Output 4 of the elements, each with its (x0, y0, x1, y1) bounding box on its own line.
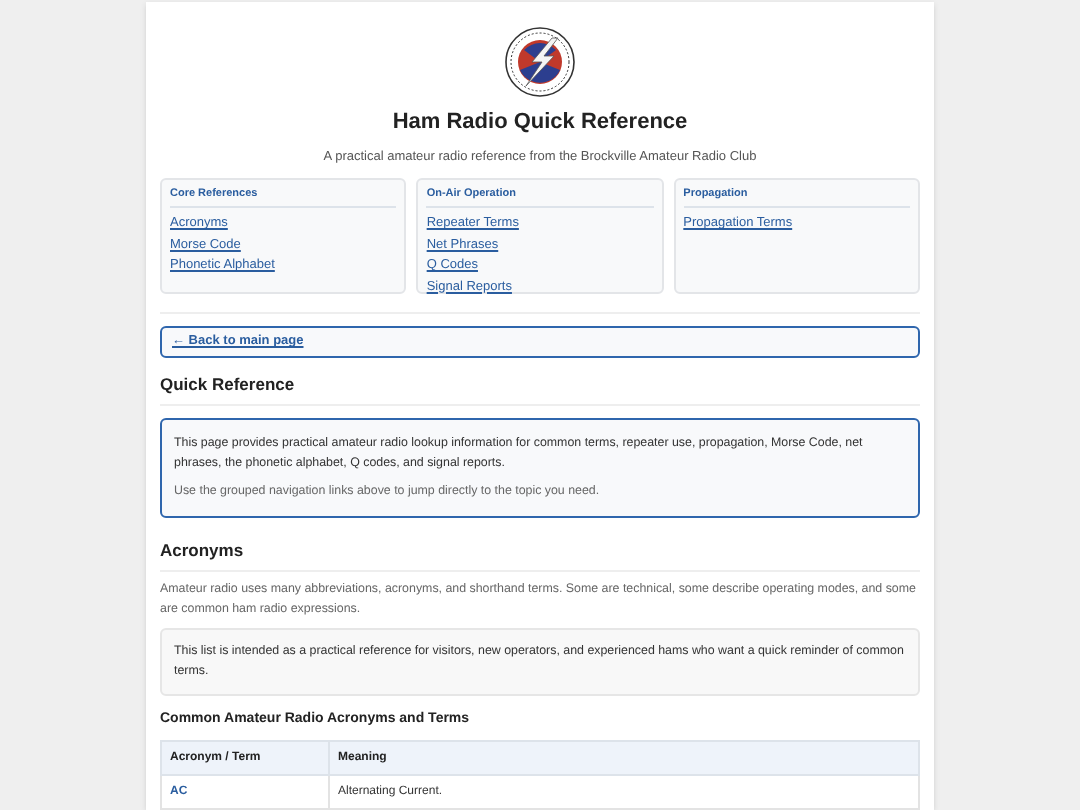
club-logo (504, 26, 576, 98)
section-heading: Acronyms (160, 537, 920, 571)
section-heading: Quick Reference (160, 372, 920, 406)
page-title: Ham Radio Quick Reference (390, 108, 690, 136)
